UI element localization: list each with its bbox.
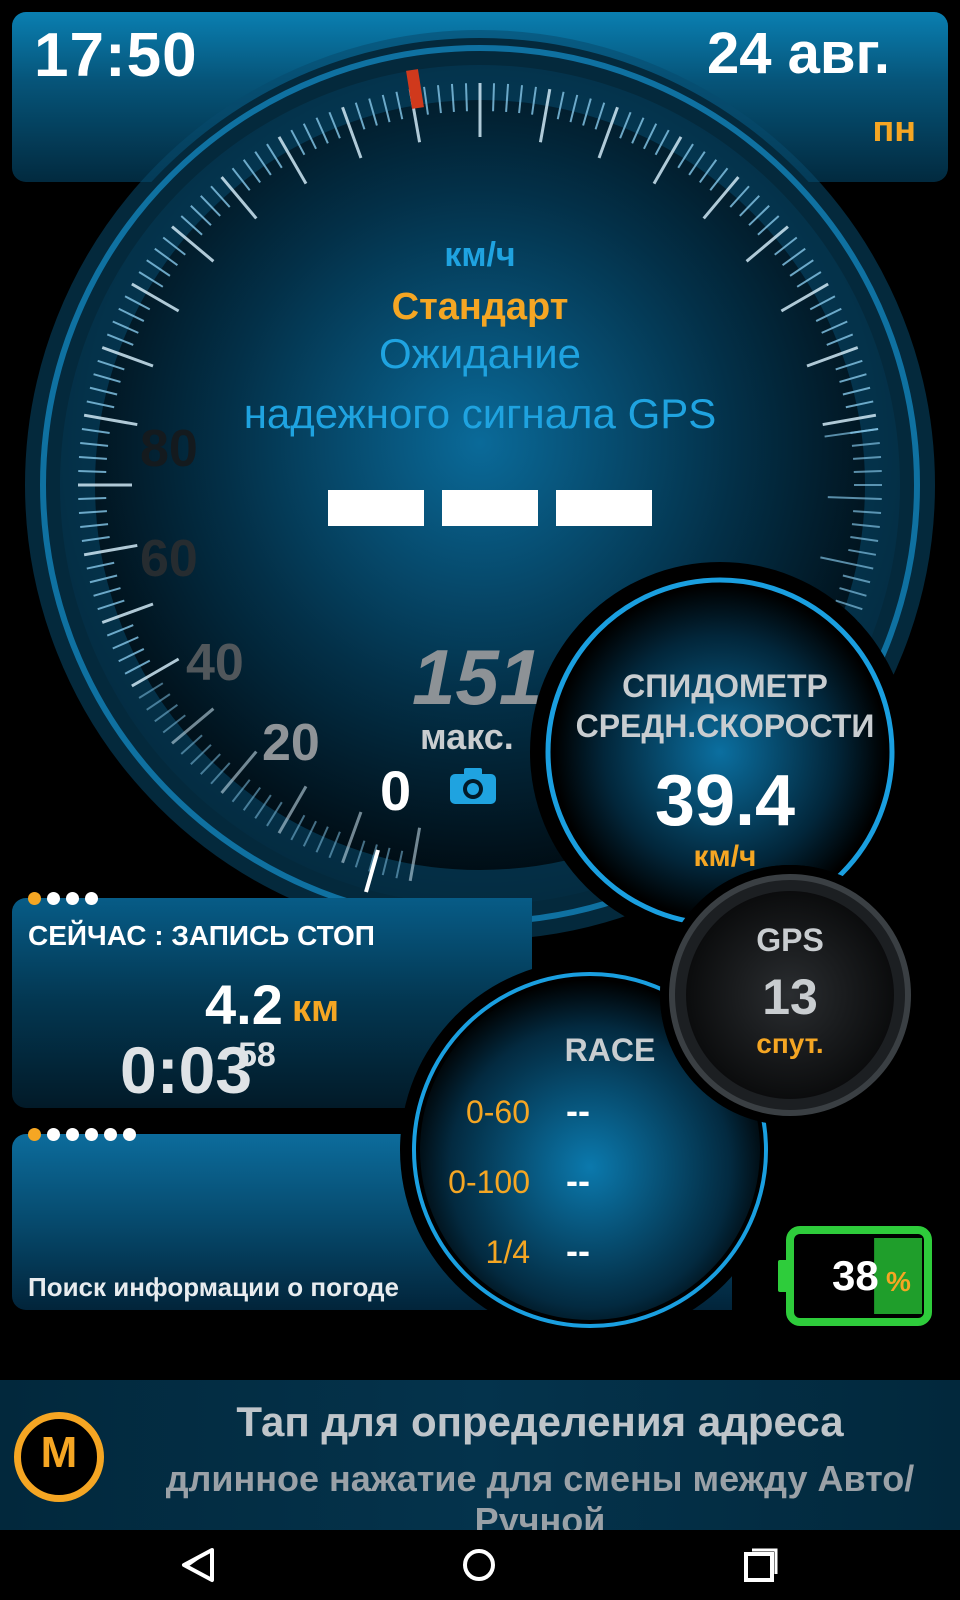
address-hint-line1[interactable]: Тап для определения адреса: [120, 1398, 960, 1446]
max-speed-label: макс.: [420, 716, 514, 757]
race-label-quarter-mile: 1/4: [485, 1234, 530, 1270]
max-speed-value: 151: [412, 633, 543, 721]
scale-label-20: 20: [262, 714, 320, 772]
trip-duration: 0:03: [120, 1033, 253, 1107]
system-nav-bar: [0, 1530, 960, 1600]
race-label-0-60: 0-60: [465, 1094, 530, 1130]
back-icon[interactable]: [178, 1544, 220, 1586]
avg-speed-value: 39.4: [654, 761, 796, 841]
battery-unit: %: [886, 1266, 911, 1297]
scale-label-60: 60: [140, 530, 198, 588]
recording-status: СЕЙЧАС : ЗАПИСЬ СТОП: [28, 920, 375, 951]
trip-page-indicator[interactable]: [28, 892, 104, 910]
battery-level: 38: [832, 1252, 879, 1299]
mode-button-label: M: [40, 1428, 78, 1477]
speedometer-mode[interactable]: Стандарт: [280, 286, 680, 329]
trip-duration-seconds: 58: [238, 1036, 276, 1074]
race-title: RACE: [564, 1032, 656, 1068]
scale-label-40: 40: [186, 634, 244, 692]
race-value-quarter-mile: --: [566, 1230, 590, 1271]
scale-tick: [492, 83, 496, 112]
race-value-0-100: --: [566, 1160, 590, 1201]
scale-tick: [464, 83, 468, 112]
gps-status-line2: надежного сигнала GPS: [243, 390, 717, 437]
avg-speed-title-line1: СПИДОМЕТР: [622, 668, 828, 704]
trip-distance: 4.2: [205, 973, 283, 1036]
camera-icon[interactable]: [448, 766, 498, 806]
gps-satellite-unit: спут.: [756, 1028, 824, 1059]
weather-page-indicator[interactable]: [28, 1128, 142, 1146]
scale-tick: [78, 497, 107, 501]
gps-title: GPS: [756, 922, 824, 958]
speed-digit-placeholder: [556, 490, 652, 526]
recents-icon[interactable]: [740, 1544, 782, 1586]
current-speed: 0: [380, 759, 412, 822]
speed-unit: км/ч: [444, 236, 516, 274]
gps-status-line1: Ожидание: [378, 330, 582, 377]
max-speed-marker: [406, 69, 424, 109]
gps-satellite-count: 13: [762, 969, 818, 1025]
weather-status: Поиск информации о погоде: [28, 1272, 399, 1302]
speed-digit-placeholder: [442, 490, 538, 526]
avg-speed-title-line2: СРЕДН.СКОРОСТИ: [575, 708, 875, 744]
race-value-0-60: --: [566, 1090, 590, 1131]
trip-distance-unit: км: [292, 988, 340, 1030]
scale-tick: [853, 469, 882, 473]
home-icon[interactable]: [458, 1544, 500, 1586]
race-label-0-100: 0-100: [448, 1164, 530, 1200]
speed-digit-placeholder: [328, 490, 424, 526]
scale-tick: [78, 469, 107, 473]
